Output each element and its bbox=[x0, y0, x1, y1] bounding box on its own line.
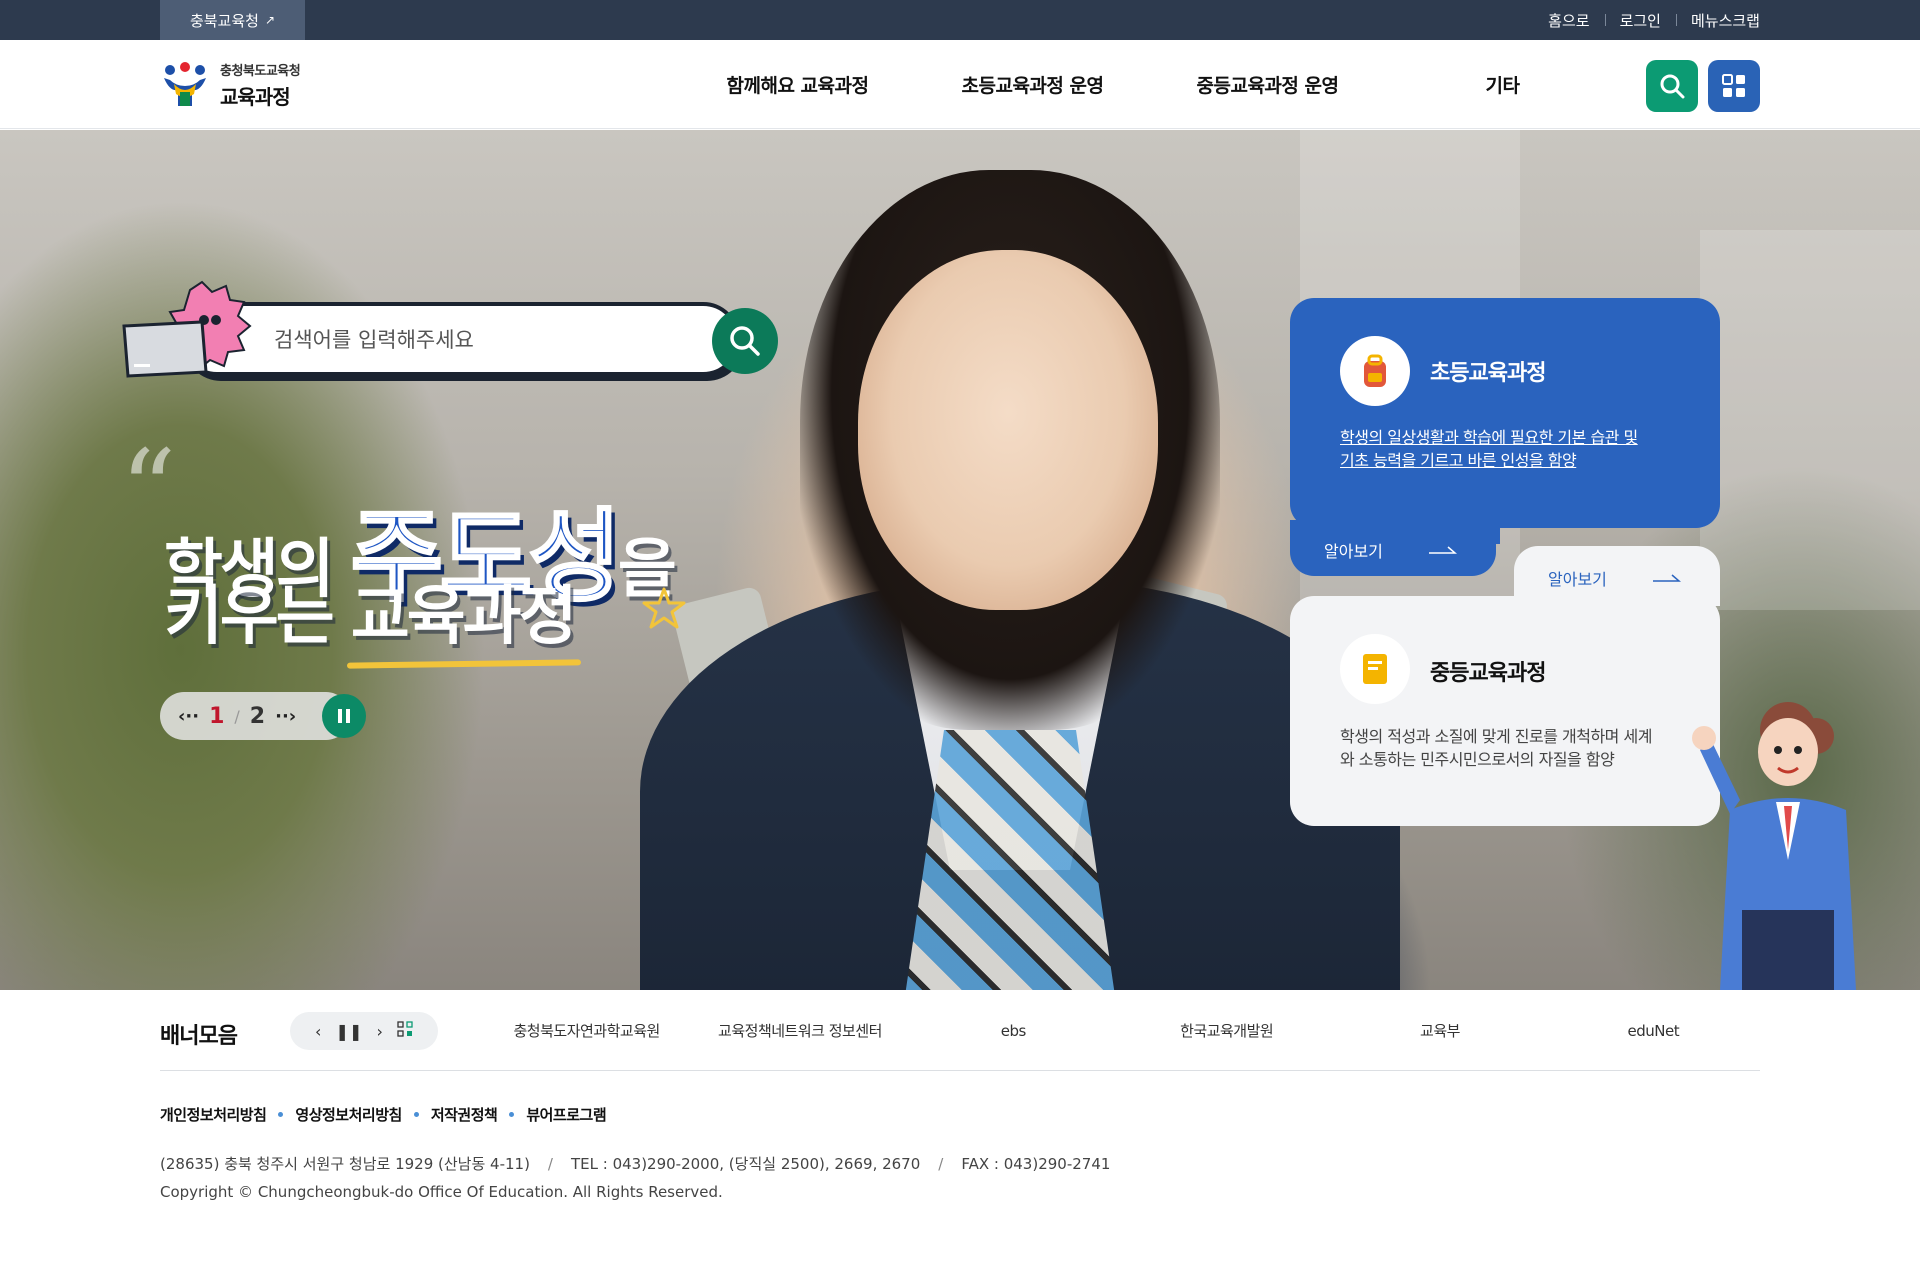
secondary-curriculum-card[interactable] bbox=[1290, 596, 1720, 826]
pager-separator: / bbox=[234, 706, 240, 726]
header-sitemap-button[interactable] bbox=[1708, 60, 1760, 112]
notebook-icon bbox=[1340, 634, 1410, 704]
elementary-card-desc-line2: 기초 능력을 기르고 바른 인성을 함양 bbox=[1340, 451, 1577, 470]
hero-search-input[interactable] bbox=[274, 320, 674, 360]
banner-next-icon[interactable]: › bbox=[376, 1022, 382, 1041]
elementary-more-link[interactable]: 알아보기 bbox=[1324, 538, 1457, 562]
pause-icon bbox=[338, 709, 350, 723]
login-link[interactable]: 로그인 bbox=[1604, 10, 1676, 31]
footer-address: (28635) 충북 청주시 서원구 청남로 1929 (산남동 4-11) / T… bbox=[160, 1153, 1110, 1174]
nav-item-etc[interactable]: 기타 bbox=[1385, 40, 1620, 129]
logo-title: 교육과정 bbox=[220, 85, 291, 109]
tel-text: TEL : 043)290-2000, (당직실 2500), 2669, 26… bbox=[570, 1155, 921, 1173]
elementary-card-desc-line1: 학생의 일상생활과 학습에 필요한 기본 습관 및 bbox=[1340, 428, 1638, 447]
nav-item-secondary[interactable]: 중등교육과정 운영 bbox=[1150, 40, 1385, 129]
header-search-button[interactable] bbox=[1646, 60, 1698, 112]
banner-link[interactable]: 한국교육개발원 bbox=[1120, 990, 1333, 1071]
hero-search bbox=[120, 280, 780, 390]
banner-link[interactable]: eduNet bbox=[1547, 990, 1760, 1071]
banner-prev-icon[interactable]: ‹ bbox=[315, 1022, 321, 1041]
search-icon bbox=[1660, 74, 1685, 99]
link-separator-dot bbox=[413, 1112, 419, 1117]
background-building bbox=[1700, 230, 1920, 610]
site-header: 충청북도교육청 교육과정 함께해요 교육과정 초등교육과정 운영 중등교육과정 … bbox=[0, 40, 1920, 129]
copyright: Copyright © Chungcheongbuk-do Office Of … bbox=[160, 1183, 723, 1201]
link-separator-dot bbox=[509, 1112, 515, 1117]
elementary-curriculum-card[interactable] bbox=[1290, 298, 1720, 528]
utility-links: 홈으로 로그인 메뉴스크랩 bbox=[1533, 0, 1760, 40]
address-separator: / bbox=[938, 1155, 944, 1173]
banner-link[interactable]: ebs bbox=[907, 990, 1120, 1071]
address-text: (28635) 충북 청주시 서원구 청남로 1929 (산남동 4-11) bbox=[160, 1155, 530, 1173]
top-utility-bar: 충북교육청 ↗ 홈으로 로그인 메뉴스크랩 bbox=[0, 0, 1920, 40]
banner-link[interactable]: 교육부 bbox=[1333, 990, 1546, 1071]
secondary-card-desc-line1: 학생의 적성과 소질에 맞게 진로를 개척하며 세계 bbox=[1340, 727, 1652, 746]
more-label: 알아보기 bbox=[1548, 570, 1607, 589]
elementary-card-title: 초등교육과정 bbox=[1430, 361, 1546, 386]
hero-search-submit-button[interactable] bbox=[712, 308, 778, 374]
nav-item-elementary[interactable]: 초등교육과정 운영 bbox=[915, 40, 1150, 129]
address-separator: / bbox=[547, 1155, 553, 1173]
banner-title: 배너모음 bbox=[160, 1024, 238, 1049]
privacy-policy-link[interactable]: 개인정보처리방침 bbox=[160, 1104, 267, 1125]
menu-scrap-link[interactable]: 메뉴스크랩 bbox=[1675, 10, 1760, 31]
copyright-policy-link[interactable]: 저작권정책 bbox=[431, 1104, 498, 1125]
education-office-logo-icon bbox=[164, 62, 206, 106]
footer-policy-links: 개인정보처리방침 영상정보처리방침 저작권정책 뷰어프로그램 bbox=[160, 1104, 607, 1125]
secondary-card-title: 중등교육과정 bbox=[1430, 661, 1546, 686]
backpack-icon bbox=[1340, 336, 1410, 406]
banner-grid-icon[interactable] bbox=[397, 1021, 413, 1041]
grid-menu-icon bbox=[1722, 74, 1745, 97]
main-nav: 함께해요 교육과정 초등교육과정 운영 중등교육과정 운영 기타 bbox=[680, 40, 1620, 129]
cctv-policy-link[interactable]: 영상정보처리방침 bbox=[295, 1104, 402, 1125]
arrow-right-icon bbox=[1652, 574, 1681, 582]
star-doodle-icon bbox=[642, 587, 686, 629]
logo-subtitle: 충청북도교육청 bbox=[220, 64, 301, 79]
pager-current: 1 bbox=[209, 703, 225, 729]
banner-controls: ‹ ❚❚ › bbox=[290, 1012, 438, 1050]
teacher-illustration-icon bbox=[1692, 702, 1856, 990]
site-logo[interactable]: 충청북도교육청 교육과정 bbox=[160, 60, 301, 110]
search-icon bbox=[730, 326, 760, 356]
link-separator-dot bbox=[278, 1112, 284, 1117]
banner-link[interactable]: 교육정책네트워크 정보센터 bbox=[693, 990, 906, 1071]
pager-total: 2 bbox=[249, 703, 266, 729]
headline-underlined: 교육과정 bbox=[351, 565, 578, 657]
mascot-laptop-icon bbox=[122, 280, 252, 378]
org-site-link[interactable]: 충북교육청 ↗ bbox=[160, 0, 305, 40]
headline-text: 키우는 bbox=[164, 580, 351, 654]
banner-collection: 배너모음 ‹ ❚❚ › 충청북도자연과학교육원 교육정책네트워크 정보센터 eb… bbox=[160, 990, 1760, 1071]
org-site-label: 충북교육청 bbox=[189, 11, 259, 30]
home-link[interactable]: 홈으로 bbox=[1533, 10, 1604, 31]
slide-pause-button[interactable] bbox=[322, 694, 366, 738]
banner-pause-icon[interactable]: ❚❚ bbox=[336, 1022, 363, 1041]
more-label: 알아보기 bbox=[1324, 542, 1383, 561]
headline-line-2: 키우는 교육과정 bbox=[164, 565, 578, 657]
nav-item-together[interactable]: 함께해요 교육과정 bbox=[680, 40, 915, 129]
secondary-more-link[interactable]: 알아보기 bbox=[1548, 566, 1681, 590]
prev-slide-icon[interactable]: ‹·· bbox=[178, 706, 199, 727]
fax-text: FAX : 043)290-2741 bbox=[961, 1155, 1111, 1173]
external-link-icon: ↗ bbox=[264, 13, 276, 27]
next-slide-icon[interactable]: ··› bbox=[275, 706, 296, 727]
secondary-card-desc-line2: 와 소통하는 민주시민으로서의 자질을 함양 bbox=[1340, 750, 1615, 769]
hero-visual: “ 학생의 주도성을 키우는 교육과정 ‹·· 1 / 2 ··› 초등 bbox=[0, 130, 1920, 990]
photo-student-face bbox=[858, 250, 1158, 610]
banner-links: 충청북도자연과학교육원 교육정책네트워크 정보센터 ebs 한국교육개발원 교육… bbox=[480, 990, 1760, 1071]
viewer-program-link[interactable]: 뷰어프로그램 bbox=[526, 1104, 606, 1125]
banner-link[interactable]: 충청북도자연과학교육원 bbox=[480, 990, 693, 1071]
arrow-right-icon bbox=[1428, 546, 1457, 554]
